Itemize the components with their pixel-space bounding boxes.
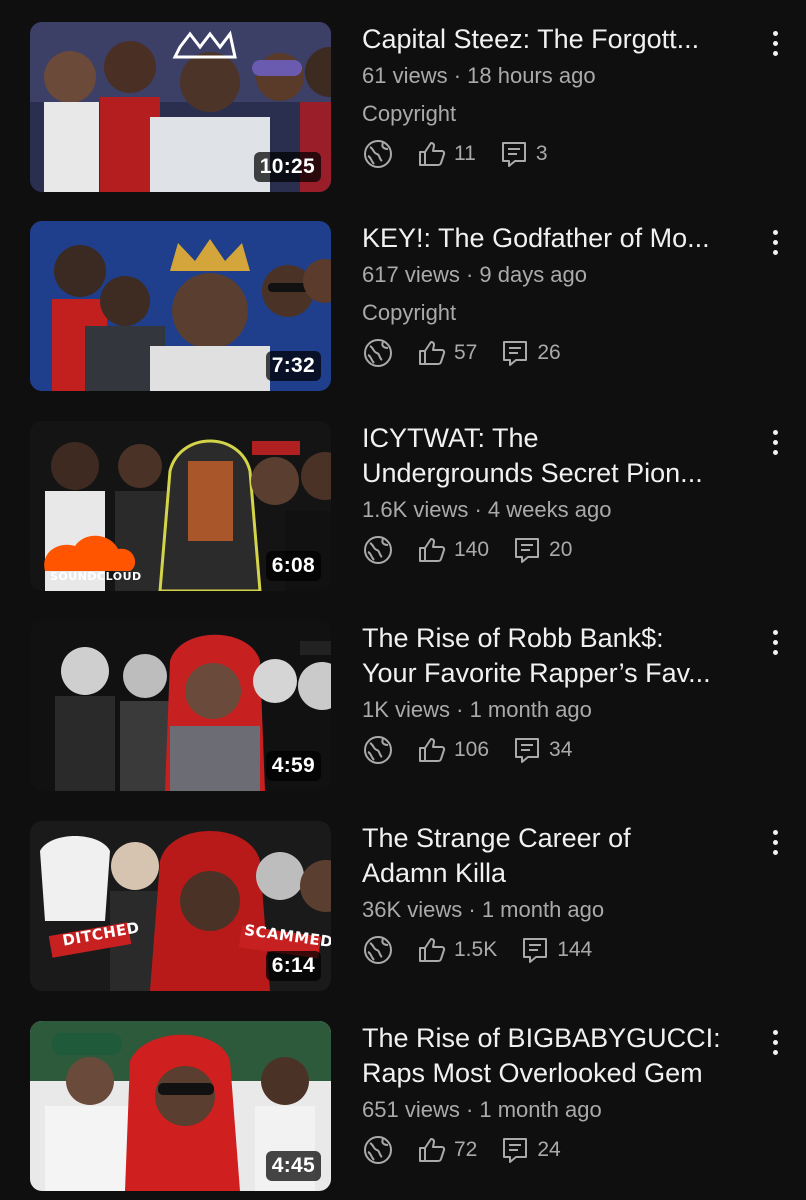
globe-icon xyxy=(364,736,392,764)
globe-icon xyxy=(364,536,392,564)
video-row[interactable]: 4:59 The Rise of Robb Bank$: Your Favori… xyxy=(0,621,806,821)
likes-stat: 106 xyxy=(416,734,489,766)
globe-icon xyxy=(364,140,392,168)
video-duration: 6:08 xyxy=(265,551,321,581)
thumbs-up-icon xyxy=(419,1138,446,1162)
video-title[interactable]: ICYTWAT: The Undergrounds Secret Pion... xyxy=(362,421,762,491)
thumbs-up-icon xyxy=(419,738,446,762)
video-meta: 651 views · 1 month ago xyxy=(362,1097,602,1122)
video-meta: 36K views · 1 month ago xyxy=(362,897,605,922)
video-title[interactable]: Capital Steez: The Forgott... xyxy=(362,22,762,57)
comment-icon xyxy=(503,341,528,366)
comment-icon xyxy=(515,538,540,563)
copyright-label: Copyright xyxy=(362,300,457,325)
video-row[interactable]: 4:45 The Rise of BIGBABYGUCCI: Raps Most… xyxy=(0,1021,806,1200)
video-stats: 72 24 xyxy=(362,1133,762,1167)
comments-count: 26 xyxy=(537,341,561,364)
likes-count: 106 xyxy=(454,738,490,761)
comments-count: 20 xyxy=(549,538,573,561)
video-row[interactable]: 7:32 KEY!: The Godfather of Mo... 617 vi… xyxy=(0,221,806,421)
comments-stat: 144 xyxy=(519,934,592,966)
video-thumbnail[interactable]: DITCHED SCAMMED 6:14 xyxy=(30,821,331,991)
likes-stat: 57 xyxy=(416,337,477,369)
video-title[interactable]: The Rise of Robb Bank$: Your Favorite Ra… xyxy=(362,621,762,691)
likes-count: 140 xyxy=(454,538,490,561)
copyright-label: Copyright xyxy=(362,101,457,126)
more-vertical-icon[interactable] xyxy=(765,26,785,60)
thumbs-up-icon xyxy=(419,142,446,166)
video-duration: 4:45 xyxy=(265,1151,321,1181)
video-row[interactable]: 10:25 Capital Steez: The Forgott... 61 v… xyxy=(0,22,806,222)
globe-icon xyxy=(364,936,392,964)
video-info[interactable]: The Strange Career of Adamn Killa 36K vi… xyxy=(362,821,762,967)
likes-count: 1.5K xyxy=(454,938,498,961)
video-meta: 61 views · 18 hours ago xyxy=(362,63,596,88)
video-title[interactable]: The Strange Career of Adamn Killa xyxy=(362,821,762,891)
video-row[interactable]: SOUNDCLOUD 6:08 ICYTWAT: The Underground… xyxy=(0,421,806,621)
video-stats: 11 3 xyxy=(362,137,762,171)
likes-stat: 140 xyxy=(416,534,489,566)
likes-stat: 11 xyxy=(416,138,476,170)
video-stats: 140 20 xyxy=(362,533,762,567)
comments-count: 144 xyxy=(557,938,593,961)
video-duration: 4:59 xyxy=(265,751,321,781)
video-duration: 10:25 xyxy=(253,152,321,182)
video-info[interactable]: Capital Steez: The Forgott... 61 views ·… xyxy=(362,22,762,171)
visibility-stat xyxy=(362,337,394,369)
comments-count: 24 xyxy=(537,1138,561,1161)
comments-stat: 34 xyxy=(511,734,572,766)
more-vertical-icon[interactable] xyxy=(765,625,785,659)
video-thumbnail[interactable]: 7:32 xyxy=(30,221,331,391)
video-info[interactable]: The Rise of Robb Bank$: Your Favorite Ra… xyxy=(362,621,762,767)
video-meta: 1K views · 1 month ago xyxy=(362,697,592,722)
comments-count: 3 xyxy=(535,142,548,165)
thumbs-up-icon xyxy=(419,538,446,562)
more-vertical-icon[interactable] xyxy=(765,225,785,259)
likes-stat: 72 xyxy=(416,1134,477,1166)
comments-stat: 24 xyxy=(499,1134,561,1166)
video-info[interactable]: ICYTWAT: The Undergrounds Secret Pion...… xyxy=(362,421,762,567)
more-vertical-icon[interactable] xyxy=(765,1025,785,1059)
video-info[interactable]: The Rise of BIGBABYGUCCI: Raps Most Over… xyxy=(362,1021,762,1167)
visibility-stat xyxy=(362,934,394,966)
likes-count: 72 xyxy=(454,1138,478,1161)
video-meta: 617 views · 9 days ago xyxy=(362,262,588,287)
comments-stat: 26 xyxy=(499,337,561,369)
video-meta: 1.6K views · 4 weeks ago xyxy=(362,497,612,522)
video-stats: 1.5K 144 xyxy=(362,933,762,967)
comments-count: 34 xyxy=(549,738,573,761)
comment-icon xyxy=(501,142,526,167)
video-title[interactable]: KEY!: The Godfather of Mo... xyxy=(362,221,762,256)
video-thumbnail[interactable]: SOUNDCLOUD 6:08 xyxy=(30,421,331,591)
video-stats: 57 26 xyxy=(362,336,762,370)
video-stats: 106 34 xyxy=(362,733,762,767)
video-title[interactable]: The Rise of BIGBABYGUCCI: Raps Most Over… xyxy=(362,1021,762,1091)
video-info[interactable]: KEY!: The Godfather of Mo... 617 views ·… xyxy=(362,221,762,370)
comment-icon xyxy=(515,738,540,763)
comments-stat: 3 xyxy=(498,138,548,170)
comments-stat: 20 xyxy=(511,534,572,566)
video-duration: 6:14 xyxy=(265,951,321,981)
comment-icon xyxy=(503,1138,528,1163)
globe-icon xyxy=(364,1136,392,1164)
comment-icon xyxy=(523,938,548,963)
likes-count: 57 xyxy=(454,341,478,364)
visibility-stat xyxy=(362,734,394,766)
visibility-stat xyxy=(362,534,394,566)
soundcloud-badge: SOUNDCLOUD xyxy=(50,570,142,583)
thumbs-up-icon xyxy=(419,938,446,962)
thumbs-up-icon xyxy=(419,341,446,365)
video-row[interactable]: DITCHED SCAMMED 6:14 The Strange Career … xyxy=(0,821,806,1021)
more-vertical-icon[interactable] xyxy=(765,425,785,459)
visibility-stat xyxy=(362,1134,394,1166)
likes-count: 11 xyxy=(454,142,476,165)
likes-stat: 1.5K xyxy=(416,934,497,966)
globe-icon xyxy=(364,339,392,367)
visibility-stat xyxy=(362,138,394,170)
video-duration: 7:32 xyxy=(265,351,321,381)
video-thumbnail[interactable]: 4:45 xyxy=(30,1021,331,1191)
video-thumbnail[interactable]: 4:59 xyxy=(30,621,331,791)
more-vertical-icon[interactable] xyxy=(765,825,785,859)
video-thumbnail[interactable]: 10:25 xyxy=(30,22,331,192)
